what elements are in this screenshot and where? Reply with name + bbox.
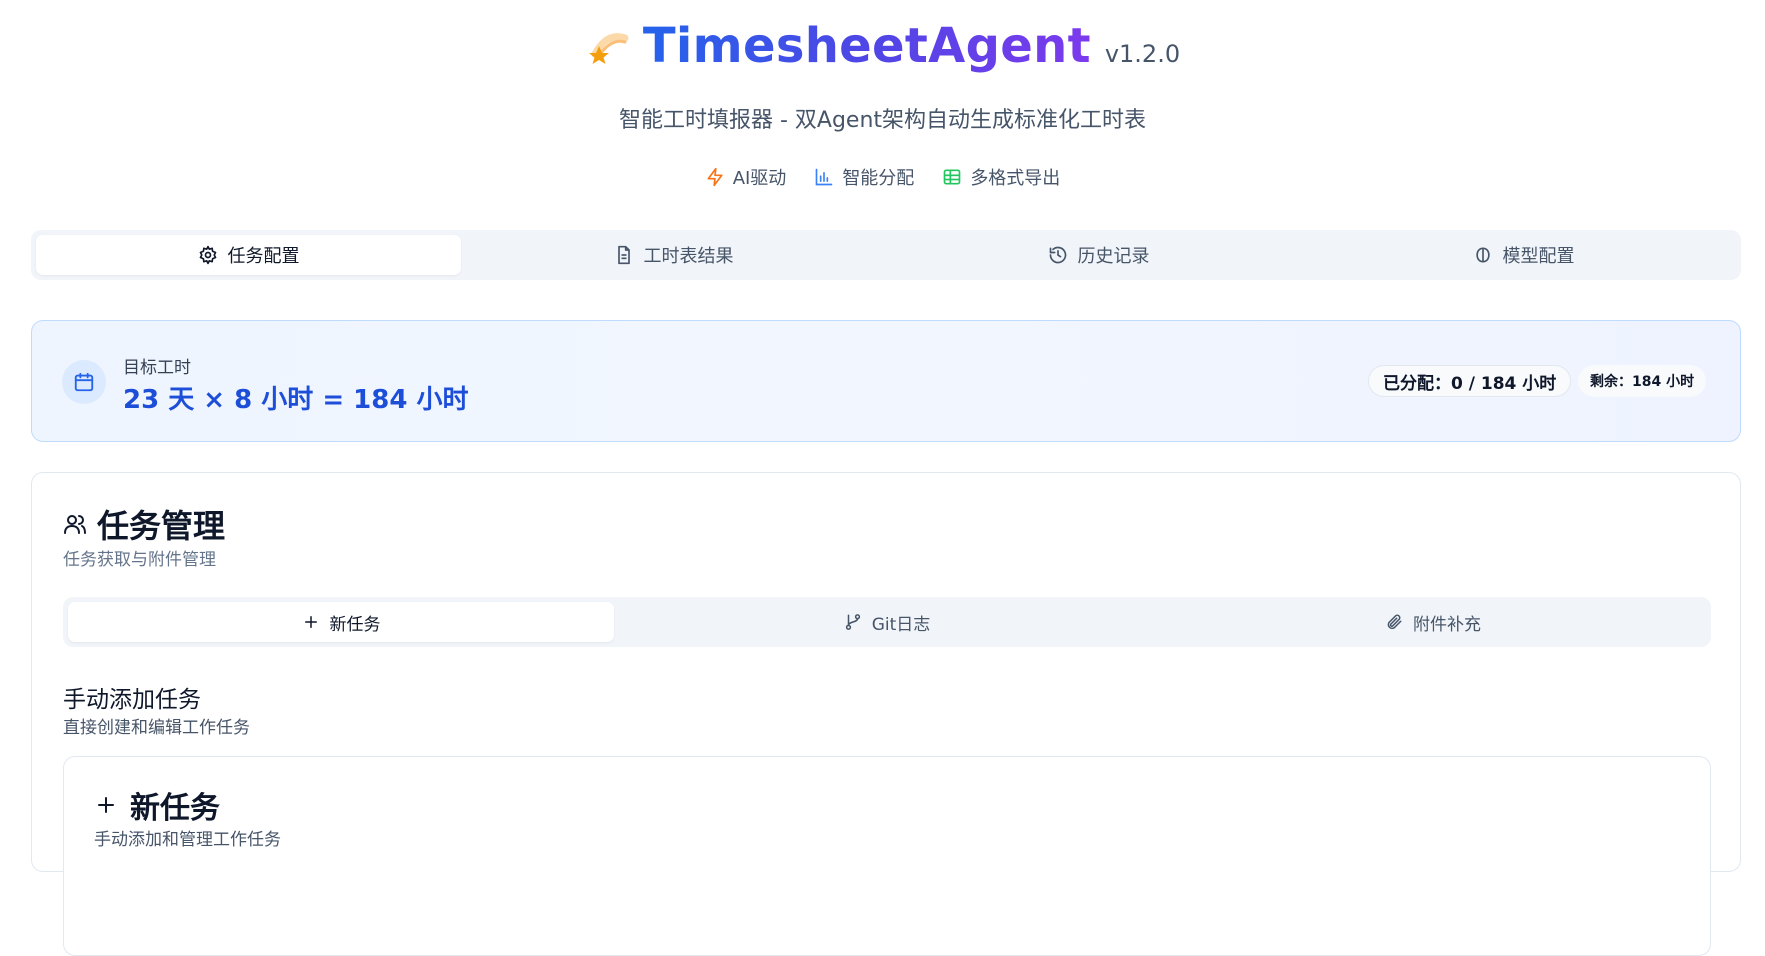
remaining-badge: 剩余：184 小时 xyxy=(1578,365,1707,397)
tab-label: 历史记录 xyxy=(1077,246,1150,267)
paperclip-icon xyxy=(1387,614,1402,630)
feature-label: AI驱动 xyxy=(732,168,787,189)
task-management-card: 任务管理 任务获取与附件管理 新任务 Git日志 附件补充 手动添加任务 直接创… xyxy=(31,472,1741,956)
app-subtitle: 智能工时填报器 - 双Agent架构自动生成标准化工时表 xyxy=(618,108,1147,133)
feature-allocation: 智能分配 xyxy=(814,164,914,190)
git-branch-icon xyxy=(845,614,860,630)
tab-git-log[interactable]: Git日志 xyxy=(614,602,1160,642)
tab-label: 任务配置 xyxy=(227,246,300,267)
tab-label: 新任务 xyxy=(329,614,381,635)
feature-label: 智能分配 xyxy=(842,168,915,189)
brain-icon xyxy=(1475,247,1490,263)
tab-label: 附件补充 xyxy=(1413,614,1481,635)
tab-task-config[interactable]: 任务配置 xyxy=(36,235,461,275)
allocated-badge: 已分配：0 / 184 小时 xyxy=(1368,365,1572,397)
target-hours-card: 目标工时 23 天 × 8 小时 = 184 小时 已分配：0 / 184 小时… xyxy=(31,320,1741,442)
tab-label: Git日志 xyxy=(871,614,931,635)
app-title: TimesheetAgent xyxy=(642,18,1091,74)
tab-label: 工时表结果 xyxy=(643,246,734,267)
tab-label: 模型配置 xyxy=(1502,246,1575,267)
task-management-title: 任务管理 xyxy=(97,507,226,545)
tab-timesheet-result[interactable]: 工时表结果 xyxy=(461,235,886,275)
new-task-title: 新任务 xyxy=(130,791,220,826)
feature-label: 多格式导出 xyxy=(970,168,1061,189)
app-version: v1.2.0 xyxy=(1104,40,1181,68)
main-tabs: 任务配置 工时表结果 历史记录 模型配置 xyxy=(31,230,1741,280)
new-task-header: 新任务 xyxy=(94,783,220,827)
feature-list: AI驱动 智能分配 多格式导出 xyxy=(0,164,1765,190)
target-value: 23 天 × 8 小时 = 184 小时 xyxy=(123,385,469,415)
target-label: 目标工时 xyxy=(123,358,191,378)
tab-attachments[interactable]: 附件补充 xyxy=(1160,602,1706,642)
table-icon xyxy=(943,169,961,185)
tab-model-config[interactable]: 模型配置 xyxy=(1311,235,1736,275)
history-icon xyxy=(1049,246,1066,264)
tab-new-task[interactable]: 新任务 xyxy=(68,602,614,642)
document-icon xyxy=(617,245,630,265)
manual-add-desc: 直接创建和编辑工作任务 xyxy=(63,718,250,738)
calendar-icon-badge xyxy=(62,360,106,404)
calendar-icon xyxy=(74,372,94,392)
gear-icon xyxy=(199,245,216,265)
shooting-star-icon xyxy=(588,33,629,64)
users-icon xyxy=(64,515,86,534)
plus-icon xyxy=(304,616,317,628)
lightning-icon xyxy=(707,167,723,187)
new-task-card: 新任务 手动添加和管理工作任务 xyxy=(63,756,1711,956)
tab-history[interactable]: 历史记录 xyxy=(886,235,1311,275)
feature-ai: AI驱动 xyxy=(705,164,787,190)
plus-icon xyxy=(98,797,114,813)
bar-chart-icon xyxy=(815,168,833,186)
new-task-desc: 手动添加和管理工作任务 xyxy=(94,830,281,850)
task-sub-tabs: 新任务 Git日志 附件补充 xyxy=(63,597,1711,647)
task-management-header: 任务管理 xyxy=(63,501,225,547)
task-management-subtitle: 任务获取与附件管理 xyxy=(63,550,216,570)
feature-export: 多格式导出 xyxy=(942,164,1060,190)
manual-add-title: 手动添加任务 xyxy=(63,687,201,713)
title-row: TimesheetAgent v1.2.0 xyxy=(0,18,1765,74)
